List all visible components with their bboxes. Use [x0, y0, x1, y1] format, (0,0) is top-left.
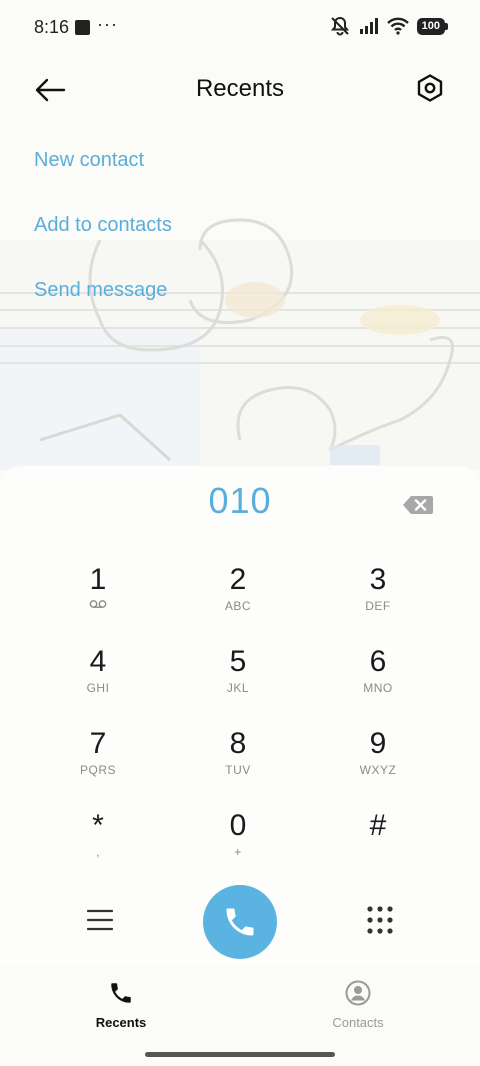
- contact-icon: [345, 980, 371, 1006]
- phone-icon: [226, 908, 254, 936]
- key-letters: WXYZ: [359, 763, 397, 777]
- key-letters: PQRS: [79, 763, 116, 777]
- key-digit: 8: [229, 727, 247, 760]
- keypad: 1 2 ABC 3 DEF 4 GHI 5 JKL 6 MNO 7 PQRS 8…: [28, 562, 450, 890]
- page-title: Recents: [195, 75, 285, 102]
- new-contact-link[interactable]: New contact: [34, 145, 172, 210]
- call-button[interactable]: [203, 885, 277, 959]
- key-2[interactable]: 2 ABC: [168, 562, 308, 644]
- key-6[interactable]: 6 MNO: [308, 644, 448, 726]
- wifi-icon: [386, 17, 409, 35]
- backspace-icon: [403, 496, 433, 514]
- key-digit: 2: [229, 563, 247, 596]
- key-hash[interactable]: #: [308, 808, 448, 890]
- app-bar: Recents: [0, 60, 480, 120]
- tab-contacts[interactable]: Contacts: [298, 980, 418, 1030]
- key-letters: DEF: [365, 599, 391, 613]
- status-bar: 8:16 ··· 100: [0, 0, 480, 56]
- dialpad-icon: [367, 906, 393, 934]
- key-3[interactable]: 3 DEF: [308, 562, 448, 644]
- key-digit: 9: [369, 727, 387, 760]
- key-digit: 4: [89, 645, 107, 678]
- key-1[interactable]: 1: [28, 562, 168, 644]
- tab-label: Contacts: [332, 1015, 384, 1030]
- action-list: New contact Add to contacts Send message: [34, 145, 172, 340]
- key-digit: 0: [229, 809, 247, 842]
- key-letters: ,: [96, 845, 100, 859]
- add-to-contacts-link[interactable]: Add to contacts: [34, 210, 172, 275]
- notification-icon: [75, 20, 90, 35]
- key-letters: JKL: [226, 681, 250, 695]
- key-0[interactable]: 0 +: [168, 808, 308, 890]
- key-letters: GHI: [86, 681, 110, 695]
- battery-level: 100: [416, 17, 445, 35]
- key-star[interactable]: * ,: [28, 808, 168, 890]
- backspace-button[interactable]: [402, 494, 434, 516]
- menu-button[interactable]: [84, 904, 116, 936]
- settings-button[interactable]: [412, 70, 448, 106]
- status-time: 8:16: [34, 17, 70, 37]
- menu-icon: [86, 909, 114, 931]
- home-indicator[interactable]: [145, 1052, 335, 1057]
- signal-icon: [359, 18, 378, 34]
- voicemail-icon: [28, 598, 168, 614]
- bottom-tab-bar: Recents Contacts: [0, 970, 480, 1040]
- key-digit: #: [369, 809, 387, 842]
- mute-icon: [330, 16, 349, 36]
- key-digit: 7: [89, 727, 107, 760]
- settings-icon: [417, 74, 443, 102]
- battery-indicator: 100: [416, 17, 448, 35]
- key-digit: 3: [369, 563, 387, 596]
- key-9[interactable]: 9 WXYZ: [308, 726, 448, 808]
- key-7[interactable]: 7 PQRS: [28, 726, 168, 808]
- more-notifications-icon: ···: [97, 14, 118, 34]
- key-4[interactable]: 4 GHI: [28, 644, 168, 726]
- key-letters: MNO: [363, 681, 393, 695]
- key-letters: +: [234, 845, 242, 859]
- key-5[interactable]: 5 JKL: [168, 644, 308, 726]
- key-letters: ABC: [224, 599, 252, 613]
- key-digit: *: [92, 809, 104, 842]
- hide-dialpad-button[interactable]: [364, 904, 396, 936]
- key-letters: TUV: [225, 763, 251, 777]
- dialer-actions: [0, 884, 480, 959]
- phone-icon: [111, 983, 131, 1003]
- key-8[interactable]: 8 TUV: [168, 726, 308, 808]
- key-digit: 1: [89, 563, 107, 596]
- send-message-link[interactable]: Send message: [34, 275, 172, 340]
- key-digit: 6: [369, 645, 387, 678]
- key-digit: 5: [229, 645, 247, 678]
- tab-recents[interactable]: Recents: [61, 980, 181, 1030]
- tab-label: Recents: [95, 1015, 147, 1030]
- status-icons: 100: [329, 16, 448, 36]
